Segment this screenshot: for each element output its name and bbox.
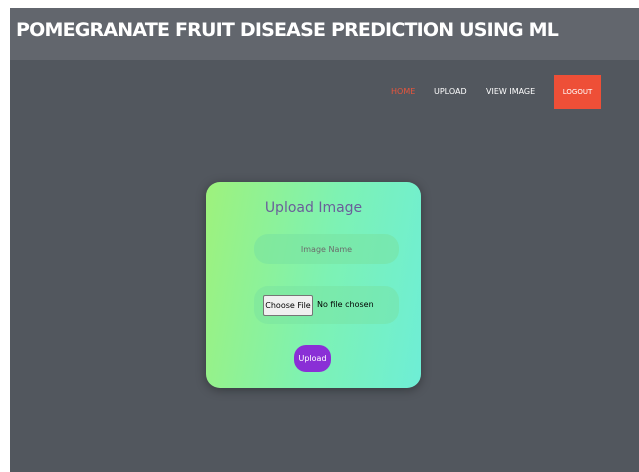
- choose-file-button[interactable]: Choose File: [263, 295, 313, 316]
- image-name-input[interactable]: [254, 234, 399, 264]
- nav-upload-link[interactable]: UPLOAD: [434, 86, 467, 98]
- app-title: POMEGRANATE FRUIT DISEASE PREDICTION USI…: [16, 19, 559, 41]
- logout-button[interactable]: LOGOUT: [554, 75, 601, 109]
- upload-submit-button[interactable]: Upload: [294, 345, 331, 372]
- nav-home-link[interactable]: HOME: [391, 86, 415, 98]
- form-title: Upload Image: [264, 200, 363, 216]
- top-nav: HOME UPLOAD VIEW IMAGE: [10, 86, 639, 110]
- nav-view-image-link[interactable]: VIEW IMAGE: [486, 86, 535, 98]
- file-picker: Choose File No file chosen: [254, 286, 399, 324]
- file-status-text: No file chosen: [317, 300, 374, 309]
- upload-form-card: Upload Image Choose File No file chosen …: [206, 182, 421, 388]
- app-frame: POMEGRANATE FRUIT DISEASE PREDICTION USI…: [10, 8, 639, 472]
- title-bar: POMEGRANATE FRUIT DISEASE PREDICTION USI…: [10, 8, 639, 60]
